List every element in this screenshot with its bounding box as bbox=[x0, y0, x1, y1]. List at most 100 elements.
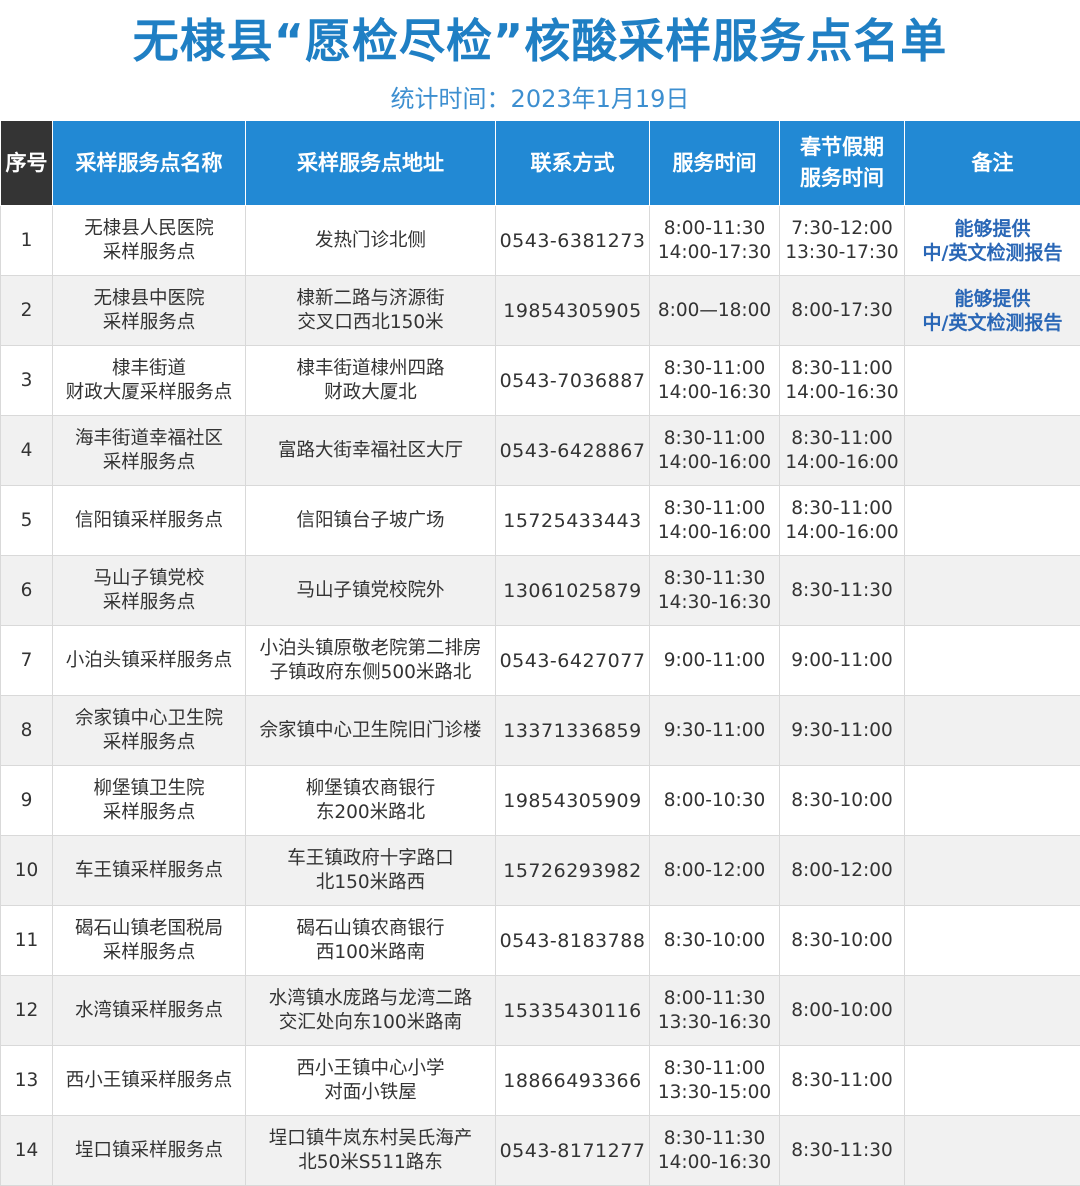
cell-contact: 0543-8171277 bbox=[496, 1116, 650, 1186]
cell-holiday-time-line: 8:30-11:00 bbox=[781, 357, 903, 381]
cell-address-line: 马山子镇党校院外 bbox=[247, 579, 494, 603]
cell-address-line: 东200米路北 bbox=[247, 801, 494, 825]
cell-name-line: 小泊头镇采样服务点 bbox=[54, 649, 244, 673]
cell-name-line: 棣丰街道 bbox=[54, 357, 244, 381]
cell-contact: 15725433443 bbox=[496, 486, 650, 556]
cell-holiday-time: 8:00-12:00 bbox=[780, 836, 905, 906]
cell-remark-line: 中/英文检测报告 bbox=[906, 241, 1079, 265]
cell-service-time: 8:00-10:30 bbox=[650, 766, 780, 836]
table-row: 12水湾镇采样服务点水湾镇水庞路与龙湾二路交汇处向东100米路南15335430… bbox=[1, 976, 1080, 1046]
cell-seq: 2 bbox=[1, 276, 53, 346]
cell-seq: 4 bbox=[1, 416, 53, 486]
cell-address-line: 发热门诊北侧 bbox=[247, 229, 494, 253]
cell-remark bbox=[905, 696, 1080, 766]
header-holiday-time: 春节假期 服务时间 bbox=[780, 121, 905, 206]
cell-address: 棣新二路与济源街交叉口西北150米 bbox=[246, 276, 496, 346]
cell-address-line: 水湾镇水庞路与龙湾二路 bbox=[247, 987, 494, 1011]
cell-address-line: 北150米路西 bbox=[247, 871, 494, 895]
cell-name-line: 采样服务点 bbox=[54, 451, 244, 475]
cell-holiday-time-line: 8:00-10:00 bbox=[781, 999, 903, 1023]
cell-seq: 12 bbox=[1, 976, 53, 1046]
cell-address-line: 财政大厦北 bbox=[247, 381, 494, 405]
cell-holiday-time: 8:00-10:00 bbox=[780, 976, 905, 1046]
cell-remark-line: 能够提供 bbox=[906, 287, 1079, 311]
cell-address-line: 富路大街幸福社区大厅 bbox=[247, 439, 494, 463]
cell-name-line: 碣石山镇老国税局 bbox=[54, 917, 244, 941]
cell-holiday-time: 9:00-11:00 bbox=[780, 626, 905, 696]
cell-service-time: 8:00—18:00 bbox=[650, 276, 780, 346]
cell-holiday-time: 8:30-10:00 bbox=[780, 906, 905, 976]
cell-contact: 15335430116 bbox=[496, 976, 650, 1046]
cell-address-line: 交叉口西北150米 bbox=[247, 311, 494, 335]
cell-remark bbox=[905, 836, 1080, 906]
cell-address: 棣丰街道棣州四路财政大厦北 bbox=[246, 346, 496, 416]
cell-service-time: 8:30-10:00 bbox=[650, 906, 780, 976]
cell-remark bbox=[905, 906, 1080, 976]
cell-name: 信阳镇采样服务点 bbox=[53, 486, 246, 556]
cell-service-time: 8:30-11:0014:00-16:00 bbox=[650, 416, 780, 486]
table-row: 13西小王镇采样服务点西小王镇中心小学对面小铁屋188664933668:30-… bbox=[1, 1046, 1080, 1116]
cell-holiday-time-line: 14:00-16:00 bbox=[781, 451, 903, 475]
cell-holiday-time-line: 8:30-10:00 bbox=[781, 789, 903, 813]
cell-remark bbox=[905, 976, 1080, 1046]
cell-name: 无棣县中医院采样服务点 bbox=[53, 276, 246, 346]
cell-service-time-line: 8:30-11:00 bbox=[651, 497, 778, 521]
cell-name-line: 佘家镇中心卫生院 bbox=[54, 707, 244, 731]
cell-name-line: 采样服务点 bbox=[54, 801, 244, 825]
cell-holiday-time: 7:30-12:0013:30-17:30 bbox=[780, 206, 905, 276]
cell-service-time-line: 8:00-12:00 bbox=[651, 859, 778, 883]
cell-service-time-line: 14:30-16:30 bbox=[651, 591, 778, 615]
cell-contact: 0543-7036887 bbox=[496, 346, 650, 416]
cell-name-line: 马山子镇党校 bbox=[54, 567, 244, 591]
cell-service-time-line: 8:30-11:30 bbox=[651, 567, 778, 591]
cell-service-time-line: 14:00-16:30 bbox=[651, 381, 778, 405]
cell-name: 柳堡镇卫生院采样服务点 bbox=[53, 766, 246, 836]
cell-address-line: 柳堡镇农商银行 bbox=[247, 777, 494, 801]
cell-contact: 0543-8183788 bbox=[496, 906, 650, 976]
cell-address: 发热门诊北侧 bbox=[246, 206, 496, 276]
cell-seq: 8 bbox=[1, 696, 53, 766]
cell-address: 水湾镇水庞路与龙湾二路交汇处向东100米路南 bbox=[246, 976, 496, 1046]
cell-address-line: 碣石山镇农商银行 bbox=[247, 917, 494, 941]
cell-holiday-time: 8:30-11:0014:00-16:00 bbox=[780, 416, 905, 486]
cell-remark bbox=[905, 626, 1080, 696]
table-row: 5信阳镇采样服务点信阳镇台子坡广场157254334438:30-11:0014… bbox=[1, 486, 1080, 556]
cell-service-time-line: 14:00-17:30 bbox=[651, 241, 778, 265]
cell-address-line: 西小王镇中心小学 bbox=[247, 1057, 494, 1081]
cell-service-time: 8:30-11:0013:30-15:00 bbox=[650, 1046, 780, 1116]
cell-name: 无棣县人民医院采样服务点 bbox=[53, 206, 246, 276]
cell-name: 棣丰街道财政大厦采样服务点 bbox=[53, 346, 246, 416]
cell-service-time: 8:30-11:0014:00-16:30 bbox=[650, 346, 780, 416]
cell-name: 埕口镇采样服务点 bbox=[53, 1116, 246, 1186]
header-holiday-line: 春节假期 bbox=[781, 132, 903, 163]
cell-service-time: 8:00-12:00 bbox=[650, 836, 780, 906]
cell-remark bbox=[905, 416, 1080, 486]
cell-service-time-line: 14:00-16:00 bbox=[651, 521, 778, 545]
header-seq: 序号 bbox=[1, 121, 53, 206]
cell-service-time-line: 14:00-16:30 bbox=[651, 1151, 778, 1175]
cell-holiday-time-line: 8:30-11:30 bbox=[781, 1139, 903, 1163]
cell-name-line: 采样服务点 bbox=[54, 731, 244, 755]
header-contact: 联系方式 bbox=[496, 121, 650, 206]
cell-name-line: 无棣县中医院 bbox=[54, 287, 244, 311]
cell-holiday-time: 8:30-10:00 bbox=[780, 766, 905, 836]
cell-holiday-time-line: 9:00-11:00 bbox=[781, 649, 903, 673]
cell-contact: 0543-6381273 bbox=[496, 206, 650, 276]
cell-holiday-time-line: 8:30-10:00 bbox=[781, 929, 903, 953]
cell-remark bbox=[905, 486, 1080, 556]
cell-seq: 1 bbox=[1, 206, 53, 276]
cell-holiday-time-line: 14:00-16:30 bbox=[781, 381, 903, 405]
cell-holiday-time-line: 7:30-12:00 bbox=[781, 217, 903, 241]
cell-name: 小泊头镇采样服务点 bbox=[53, 626, 246, 696]
cell-address: 富路大街幸福社区大厅 bbox=[246, 416, 496, 486]
cell-name: 水湾镇采样服务点 bbox=[53, 976, 246, 1046]
table-row: 11碣石山镇老国税局采样服务点碣石山镇农商银行西100米路南0543-81837… bbox=[1, 906, 1080, 976]
cell-name-line: 采样服务点 bbox=[54, 941, 244, 965]
cell-name-line: 西小王镇采样服务点 bbox=[54, 1069, 244, 1093]
cell-contact: 18866493366 bbox=[496, 1046, 650, 1116]
cell-holiday-time: 8:30-11:30 bbox=[780, 556, 905, 626]
cell-service-time: 8:30-11:0014:00-16:00 bbox=[650, 486, 780, 556]
cell-name-line: 海丰街道幸福社区 bbox=[54, 427, 244, 451]
cell-name: 碣石山镇老国税局采样服务点 bbox=[53, 906, 246, 976]
cell-service-time-line: 8:00-11:30 bbox=[651, 987, 778, 1011]
